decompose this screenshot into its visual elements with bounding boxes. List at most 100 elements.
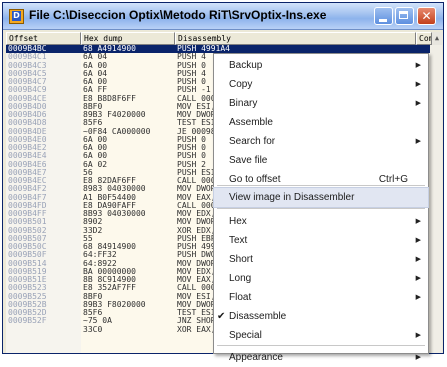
offset-cell[interactable]: 0009B4C5 bbox=[6, 70, 81, 78]
hex-cell[interactable]: 6A 00 bbox=[81, 136, 175, 144]
offset-cell[interactable]: 0009B501 bbox=[6, 218, 81, 226]
scroll-up-arrow-icon[interactable]: ▲ bbox=[432, 32, 442, 45]
menu-item-assemble[interactable]: Assemble bbox=[214, 113, 428, 132]
menu-item-disassemble[interactable]: Disassemble ✔ bbox=[214, 307, 428, 326]
menu-item-special[interactable]: Special ▶ bbox=[214, 326, 428, 345]
vertical-scrollbar[interactable] bbox=[430, 45, 442, 353]
menu-item-short[interactable]: Short ▶ bbox=[214, 250, 428, 269]
offset-cell[interactable]: 0009B523 bbox=[6, 284, 81, 292]
offset-cell[interactable]: 0009B52F bbox=[6, 317, 81, 325]
offset-cell[interactable]: 0009B4F2 bbox=[6, 185, 81, 193]
menu-item-label: Save file bbox=[229, 155, 268, 166]
hex-cell[interactable]: 55 bbox=[81, 235, 175, 243]
hex-dump-column[interactable]: 68 A4914900 6A 04 6A 00 6A 04 6A 00 6A FF E8 B… bbox=[81, 45, 175, 353]
hex-cell[interactable]: A1 B0F54400 bbox=[81, 194, 175, 202]
offset-cell[interactable]: 0009B507 bbox=[6, 235, 81, 243]
offset-cell[interactable]: 0009B4E0 bbox=[6, 136, 81, 144]
hex-cell[interactable]: 6A FF bbox=[81, 86, 175, 94]
hex-cell[interactable]: 6A 00 bbox=[81, 62, 175, 70]
hex-cell[interactable]: 8BF0 bbox=[81, 103, 175, 111]
hex-cell[interactable]: 64:FF32 bbox=[81, 251, 175, 259]
offset-cell[interactable]: 0009B4CE bbox=[6, 95, 81, 103]
header-disassembly[interactable]: Disassembly bbox=[175, 32, 416, 45]
offset-cell[interactable]: 0009B4C7 bbox=[6, 78, 81, 86]
offset-cell[interactable]: 0009B4EC bbox=[6, 177, 81, 185]
offset-cell[interactable]: 0009B4D8 bbox=[6, 119, 81, 127]
hex-cell[interactable]: 89B3 F4020000 bbox=[81, 111, 175, 119]
offset-cell[interactable]: 0009B502 bbox=[6, 227, 81, 235]
hex-cell[interactable]: 8983 04030000 bbox=[81, 185, 175, 193]
offset-cell[interactable]: 0009B52B bbox=[6, 301, 81, 309]
menu-item-save-file[interactable]: Save file bbox=[214, 151, 428, 170]
hex-cell[interactable]: 33C0 bbox=[81, 326, 175, 334]
app-icon[interactable]: D bbox=[9, 9, 24, 24]
header-comment[interactable]: Com bbox=[416, 32, 432, 45]
offset-cell[interactable]: 0009B4C9 bbox=[6, 86, 81, 94]
close-button[interactable]: ✕ bbox=[417, 7, 436, 25]
offset-cell[interactable]: 0009B50F bbox=[6, 251, 81, 259]
hex-cell[interactable]: E8 DA90FAFF bbox=[81, 202, 175, 210]
offset-cell[interactable]: 0009B4DE bbox=[6, 128, 81, 136]
offset-cell[interactable]: 0009B4E2 bbox=[6, 144, 81, 152]
menu-item-text[interactable]: Text ▶ bbox=[214, 231, 428, 250]
offset-cell[interactable]: 0009B50C bbox=[6, 243, 81, 251]
hex-cell[interactable]: 89B3 F8020000 bbox=[81, 301, 175, 309]
offset-cell[interactable]: 0009B4FF bbox=[6, 210, 81, 218]
offset-cell[interactable]: 0009B4E6 bbox=[6, 161, 81, 169]
hex-cell[interactable]: 6A 04 bbox=[81, 53, 175, 61]
header-offset[interactable]: Offset bbox=[6, 32, 81, 45]
hex-cell[interactable]: 68 84914900 bbox=[81, 243, 175, 251]
hex-cell[interactable]: 6A 00 bbox=[81, 144, 175, 152]
offset-cell[interactable]: 0009B51E bbox=[6, 276, 81, 284]
maximize-button[interactable] bbox=[395, 7, 414, 25]
offset-column[interactable]: 0009B4BC 0009B4C1 0009B4C3 0009B4C5 0009B4C7… bbox=[6, 45, 81, 353]
offset-cell[interactable]: 0009B525 bbox=[6, 293, 81, 301]
hex-cell[interactable]: 6A 00 bbox=[81, 78, 175, 86]
menu-item-binary[interactable]: Binary ▶ bbox=[214, 94, 428, 113]
offset-cell[interactable]: 0009B52D bbox=[6, 309, 81, 317]
offset-cell[interactable]: 0009B4E7 bbox=[6, 169, 81, 177]
menu-item-long[interactable]: Long ▶ bbox=[214, 269, 428, 288]
offset-cell[interactable]: 0009B514 bbox=[6, 260, 81, 268]
offset-cell[interactable]: 0009B4FD bbox=[6, 202, 81, 210]
hex-cell[interactable]: E8 352AF7FF bbox=[81, 284, 175, 292]
disasm-cell[interactable]: PUSH 4991A4 bbox=[175, 45, 430, 54]
hex-cell[interactable]: 6A 00 bbox=[81, 152, 175, 160]
hex-cell[interactable]: ~75 0A bbox=[81, 317, 175, 325]
hex-cell[interactable]: 85F6 bbox=[81, 119, 175, 127]
menu-item-view-image-in-disassembler[interactable]: View image in Disassembler bbox=[213, 187, 429, 208]
menu-item-go-to-offset[interactable]: Go to offset Ctrl+G bbox=[214, 170, 428, 189]
offset-cell[interactable]: 0009B4BC bbox=[6, 45, 81, 54]
menu-item-copy[interactable]: Copy ▶ bbox=[214, 75, 428, 94]
hex-cell[interactable]: BA 00000000 bbox=[81, 268, 175, 276]
menu-item-hex[interactable]: Hex ▶ bbox=[214, 212, 428, 231]
hex-cell[interactable]: 8BF0 bbox=[81, 293, 175, 301]
hex-cell[interactable]: 64:8922 bbox=[81, 260, 175, 268]
hex-cell[interactable]: ~0F84 CA000000 bbox=[81, 128, 175, 136]
offset-cell[interactable]: 0009B4D0 bbox=[6, 103, 81, 111]
hex-cell[interactable]: 33D2 bbox=[81, 227, 175, 235]
menu-item-backup[interactable]: Backup ▶ bbox=[214, 56, 428, 75]
hex-cell[interactable]: 68 A4914900 bbox=[81, 45, 175, 54]
offset-cell[interactable]: 0009B4C1 bbox=[6, 53, 81, 61]
hex-cell[interactable]: 8B 8C914900 bbox=[81, 276, 175, 284]
hex-cell[interactable]: 56 bbox=[81, 169, 175, 177]
hex-cell[interactable]: E8 82DAF6FF bbox=[81, 177, 175, 185]
offset-cell[interactable]: 0009B4C3 bbox=[6, 62, 81, 70]
hex-cell[interactable]: E8 B8D8F6FF bbox=[81, 95, 175, 103]
title-bar[interactable]: D File C:\Diseccion Optix\Metodo RiT\Srv… bbox=[3, 3, 443, 30]
offset-cell[interactable]: 0009B4D6 bbox=[6, 111, 81, 119]
menu-item-search-for[interactable]: Search for ▶ bbox=[214, 132, 428, 151]
menu-item-appearance[interactable]: Appearance ▶ bbox=[214, 348, 428, 367]
offset-cell[interactable]: 0009B4F7 bbox=[6, 194, 81, 202]
hex-cell[interactable]: 6A 02 bbox=[81, 161, 175, 169]
minimize-button[interactable] bbox=[374, 7, 393, 25]
hex-cell[interactable]: 8B93 04030000 bbox=[81, 210, 175, 218]
header-hex-dump[interactable]: Hex dump bbox=[81, 32, 175, 45]
hex-cell[interactable]: 85F6 bbox=[81, 309, 175, 317]
offset-cell[interactable]: 0009B519 bbox=[6, 268, 81, 276]
menu-item-float[interactable]: Float ▶ bbox=[214, 288, 428, 307]
hex-cell[interactable]: 8902 bbox=[81, 218, 175, 226]
offset-cell[interactable]: 0009B4E4 bbox=[6, 152, 81, 160]
hex-cell[interactable]: 6A 04 bbox=[81, 70, 175, 78]
